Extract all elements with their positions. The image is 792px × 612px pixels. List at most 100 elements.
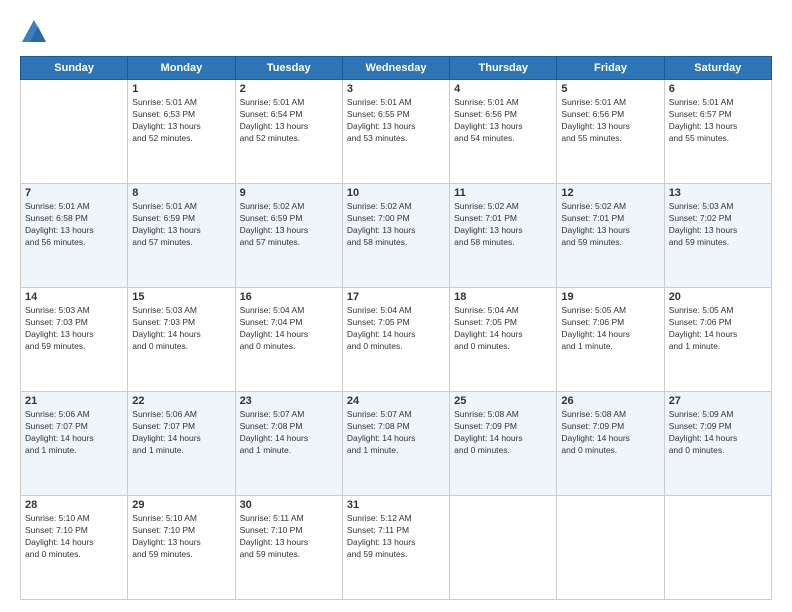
- day-info: Sunrise: 5:01 AM Sunset: 6:57 PM Dayligh…: [669, 97, 767, 145]
- logo-icon: [20, 18, 48, 46]
- calendar-cell: 23 Sunrise: 5:07 AM Sunset: 7:08 PM Dayli…: [235, 392, 342, 496]
- day-info: Sunrise: 5:02 AM Sunset: 6:59 PM Dayligh…: [240, 201, 338, 249]
- day-number: 8: [132, 187, 230, 199]
- calendar-cell: 14Sunrise: 5:03 AM Sunset: 7:03 PM Dayli…: [21, 288, 128, 392]
- day-info: Sunrise: 5:01 AM Sunset: 6:53 PM Dayligh…: [132, 97, 230, 145]
- day-info: Sunrise: 5:06 AM Sunset: 7:07 PM Dayligh…: [132, 409, 230, 457]
- day-number: 1: [132, 83, 230, 95]
- calendar-cell: 20Sunrise: 5:05 AM Sunset: 7:06 PM Dayli…: [664, 288, 771, 392]
- calendar-week-row: 14Sunrise: 5:03 AM Sunset: 7:03 PM Dayli…: [21, 288, 772, 392]
- calendar-cell: 22 Sunrise: 5:06 AM Sunset: 7:07 PM Dayli…: [128, 392, 235, 496]
- day-info: Sunrise: 5:04 AM Sunset: 7:05 PM Dayligh…: [347, 305, 445, 353]
- calendar-week-row: 21 Sunrise: 5:06 AM Sunset: 7:07 PM Dayli…: [21, 392, 772, 496]
- day-info: Sunrise: 5:09 AM Sunset: 7:09 PM Dayligh…: [669, 409, 767, 457]
- day-info: Sunrise: 5:05 AM Sunset: 7:06 PM Dayligh…: [669, 305, 767, 353]
- calendar-cell: 11 Sunrise: 5:02 AM Sunset: 7:01 PM Dayli…: [450, 184, 557, 288]
- day-number: 16: [240, 291, 338, 303]
- day-info: Sunrise: 5:12 AM Sunset: 7:11 PM Dayligh…: [347, 513, 445, 561]
- calendar-cell: 30 Sunrise: 5:11 AM Sunset: 7:10 PM Dayli…: [235, 496, 342, 600]
- calendar-cell: 1 Sunrise: 5:01 AM Sunset: 6:53 PM Daylig…: [128, 80, 235, 184]
- day-of-week-header: Thursday: [450, 57, 557, 80]
- day-info: Sunrise: 5:01 AM Sunset: 6:59 PM Dayligh…: [132, 201, 230, 249]
- calendar-cell: [21, 80, 128, 184]
- day-info: Sunrise: 5:07 AM Sunset: 7:08 PM Dayligh…: [240, 409, 338, 457]
- calendar-cell: 13 Sunrise: 5:03 AM Sunset: 7:02 PM Dayli…: [664, 184, 771, 288]
- calendar-cell: 16 Sunrise: 5:04 AM Sunset: 7:04 PM Dayli…: [235, 288, 342, 392]
- day-of-week-header: Sunday: [21, 57, 128, 80]
- day-number: 5: [561, 83, 659, 95]
- calendar-cell: 29 Sunrise: 5:10 AM Sunset: 7:10 PM Dayli…: [128, 496, 235, 600]
- calendar-cell: 17 Sunrise: 5:04 AM Sunset: 7:05 PM Dayli…: [342, 288, 449, 392]
- calendar-cell: 8 Sunrise: 5:01 AM Sunset: 6:59 PM Daylig…: [128, 184, 235, 288]
- day-info: Sunrise: 5:10 AM Sunset: 7:10 PM Dayligh…: [25, 513, 123, 561]
- day-number: 10: [347, 187, 445, 199]
- calendar-cell: 9 Sunrise: 5:02 AM Sunset: 6:59 PM Daylig…: [235, 184, 342, 288]
- day-info: Sunrise: 5:03 AM Sunset: 7:03 PM Dayligh…: [132, 305, 230, 353]
- calendar-week-row: 1 Sunrise: 5:01 AM Sunset: 6:53 PM Daylig…: [21, 80, 772, 184]
- day-number: 6: [669, 83, 767, 95]
- calendar-cell: 18Sunrise: 5:04 AM Sunset: 7:05 PM Dayli…: [450, 288, 557, 392]
- logo: [20, 18, 52, 46]
- day-of-week-header: Monday: [128, 57, 235, 80]
- calendar-cell: 2 Sunrise: 5:01 AM Sunset: 6:54 PM Daylig…: [235, 80, 342, 184]
- calendar-cell: 25Sunrise: 5:08 AM Sunset: 7:09 PM Dayli…: [450, 392, 557, 496]
- day-number: 22: [132, 395, 230, 407]
- day-number: 28: [25, 499, 123, 511]
- calendar-cell: 5Sunrise: 5:01 AM Sunset: 6:56 PM Daylig…: [557, 80, 664, 184]
- calendar-cell: [450, 496, 557, 600]
- calendar-cell: 4 Sunrise: 5:01 AM Sunset: 6:56 PM Daylig…: [450, 80, 557, 184]
- day-number: 27: [669, 395, 767, 407]
- page: SundayMondayTuesdayWednesdayThursdayFrid…: [0, 0, 792, 612]
- calendar-cell: 10Sunrise: 5:02 AM Sunset: 7:00 PM Dayli…: [342, 184, 449, 288]
- day-info: Sunrise: 5:03 AM Sunset: 7:03 PM Dayligh…: [25, 305, 123, 353]
- calendar-cell: 28 Sunrise: 5:10 AM Sunset: 7:10 PM Dayli…: [21, 496, 128, 600]
- day-info: Sunrise: 5:01 AM Sunset: 6:56 PM Dayligh…: [454, 97, 552, 145]
- calendar-cell: 24 Sunrise: 5:07 AM Sunset: 7:08 PM Dayli…: [342, 392, 449, 496]
- calendar-cell: 15Sunrise: 5:03 AM Sunset: 7:03 PM Dayli…: [128, 288, 235, 392]
- day-number: 23: [240, 395, 338, 407]
- day-number: 31: [347, 499, 445, 511]
- day-number: 12: [561, 187, 659, 199]
- day-info: Sunrise: 5:08 AM Sunset: 7:09 PM Dayligh…: [454, 409, 552, 457]
- day-number: 24: [347, 395, 445, 407]
- day-info: Sunrise: 5:11 AM Sunset: 7:10 PM Dayligh…: [240, 513, 338, 561]
- calendar-week-row: 7Sunrise: 5:01 AM Sunset: 6:58 PM Daylig…: [21, 184, 772, 288]
- calendar-cell: 3 Sunrise: 5:01 AM Sunset: 6:55 PM Daylig…: [342, 80, 449, 184]
- day-number: 13: [669, 187, 767, 199]
- day-info: Sunrise: 5:04 AM Sunset: 7:04 PM Dayligh…: [240, 305, 338, 353]
- day-number: 2: [240, 83, 338, 95]
- day-number: 4: [454, 83, 552, 95]
- day-info: Sunrise: 5:06 AM Sunset: 7:07 PM Dayligh…: [25, 409, 123, 457]
- day-info: Sunrise: 5:04 AM Sunset: 7:05 PM Dayligh…: [454, 305, 552, 353]
- day-number: 17: [347, 291, 445, 303]
- calendar-cell: 31 Sunrise: 5:12 AM Sunset: 7:11 PM Dayli…: [342, 496, 449, 600]
- day-info: Sunrise: 5:05 AM Sunset: 7:06 PM Dayligh…: [561, 305, 659, 353]
- day-of-week-header: Wednesday: [342, 57, 449, 80]
- day-info: Sunrise: 5:02 AM Sunset: 7:01 PM Dayligh…: [561, 201, 659, 249]
- calendar-cell: 27 Sunrise: 5:09 AM Sunset: 7:09 PM Dayli…: [664, 392, 771, 496]
- calendar-header-row: SundayMondayTuesdayWednesdayThursdayFrid…: [21, 57, 772, 80]
- day-number: 11: [454, 187, 552, 199]
- day-info: Sunrise: 5:07 AM Sunset: 7:08 PM Dayligh…: [347, 409, 445, 457]
- day-of-week-header: Tuesday: [235, 57, 342, 80]
- day-info: Sunrise: 5:03 AM Sunset: 7:02 PM Dayligh…: [669, 201, 767, 249]
- day-number: 21: [25, 395, 123, 407]
- day-of-week-header: Saturday: [664, 57, 771, 80]
- calendar-cell: 26Sunrise: 5:08 AM Sunset: 7:09 PM Dayli…: [557, 392, 664, 496]
- day-info: Sunrise: 5:10 AM Sunset: 7:10 PM Dayligh…: [132, 513, 230, 561]
- calendar-cell: 6 Sunrise: 5:01 AM Sunset: 6:57 PM Daylig…: [664, 80, 771, 184]
- day-number: 29: [132, 499, 230, 511]
- day-number: 3: [347, 83, 445, 95]
- day-info: Sunrise: 5:01 AM Sunset: 6:55 PM Dayligh…: [347, 97, 445, 145]
- calendar-cell: 7Sunrise: 5:01 AM Sunset: 6:58 PM Daylig…: [21, 184, 128, 288]
- day-info: Sunrise: 5:02 AM Sunset: 7:01 PM Dayligh…: [454, 201, 552, 249]
- day-info: Sunrise: 5:01 AM Sunset: 6:54 PM Dayligh…: [240, 97, 338, 145]
- calendar-cell: 12 Sunrise: 5:02 AM Sunset: 7:01 PM Dayli…: [557, 184, 664, 288]
- day-number: 9: [240, 187, 338, 199]
- day-number: 7: [25, 187, 123, 199]
- day-info: Sunrise: 5:08 AM Sunset: 7:09 PM Dayligh…: [561, 409, 659, 457]
- day-number: 19: [561, 291, 659, 303]
- calendar-week-row: 28 Sunrise: 5:10 AM Sunset: 7:10 PM Dayli…: [21, 496, 772, 600]
- calendar-cell: [557, 496, 664, 600]
- day-number: 30: [240, 499, 338, 511]
